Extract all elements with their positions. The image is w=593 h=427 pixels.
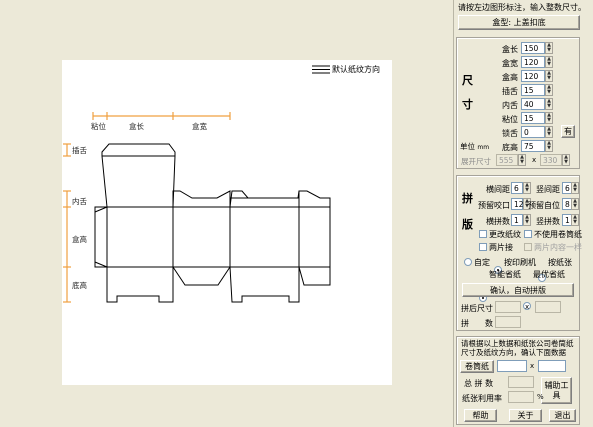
unfold-height-field: 330 (540, 154, 562, 166)
box-width-input[interactable]: 120 (521, 56, 545, 68)
gripper-label: 预留咬口 (478, 201, 510, 210)
box-length-label: 盒长 (129, 122, 144, 131)
field-label: 底高 (502, 143, 518, 152)
inner-flap-input[interactable]: 40 (521, 98, 545, 110)
by-paper-radio-label: 按纸张 (548, 258, 572, 267)
glue-tab-label: 粘位 (91, 122, 106, 131)
smart-save-radio-label: 智能省纸 (489, 270, 521, 279)
field-label: 盒高 (502, 73, 518, 82)
roll-height-input[interactable] (538, 360, 566, 372)
tuck-flap-spinner[interactable]: ▲ ▼ (545, 84, 553, 96)
layout-title-bottom: 版 (462, 218, 473, 231)
unfold-width-spinner: ▲ ▼ (518, 154, 526, 166)
utilization-label: 纸张利用率 (462, 394, 502, 403)
exit-button[interactable]: 退出 (549, 409, 576, 422)
box-height-input[interactable]: 120 (521, 70, 545, 82)
gripper-input[interactable]: 12 (511, 198, 524, 210)
utilization-field (508, 391, 534, 403)
inner-flap-label: 内舌 (72, 197, 87, 206)
times-sign: x (530, 362, 535, 370)
about-button[interactable]: 关于 (509, 409, 542, 422)
v-gap-spinner[interactable]: ▲ ▼ (571, 182, 579, 194)
auto-layout-button[interactable]: 确认，自动拼版 (462, 283, 574, 297)
after-size-width-field (495, 301, 521, 313)
box-width-spinner[interactable]: ▲ ▼ (545, 56, 553, 68)
two-piece-checkbox[interactable] (479, 243, 487, 251)
field-label: 盒长 (502, 45, 518, 54)
tuck-flap-label: 插舌 (72, 146, 87, 155)
times-sign: x (532, 156, 537, 164)
box-width-label: 盒宽 (192, 122, 207, 131)
glue-tab-input[interactable]: 15 (521, 112, 545, 124)
v-count-label: 竖拼数 (536, 217, 560, 226)
panel-separator (453, 0, 454, 427)
h-gap-label: 横间距 (486, 185, 510, 194)
same-content-label: 两片内容一样 (534, 243, 582, 252)
unfold-height-spinner: ▲ ▼ (562, 154, 570, 166)
custom-radio-label: 自定 (474, 258, 490, 267)
size-title-top: 尺 (462, 74, 473, 87)
bottom-height-input[interactable]: 75 (521, 140, 545, 152)
total-count-field (508, 376, 534, 388)
no-roll-paper-label: 不使用卷筒纸 (534, 230, 582, 239)
custom-radio[interactable] (464, 258, 472, 266)
size-title-bottom: 寸 (462, 98, 473, 111)
change-grain-label: 更改纸纹 (489, 230, 521, 239)
box-height-spinner[interactable]: ▲ ▼ (545, 70, 553, 82)
field-label: 锁舌 (502, 129, 518, 138)
h-gap-input[interactable]: 6 (511, 182, 523, 194)
glue-tab-spinner[interactable]: ▲ ▼ (545, 112, 553, 124)
box-length-spinner[interactable]: ▲ ▼ (545, 42, 553, 54)
tuck-flap-input[interactable]: 15 (521, 84, 545, 96)
after-size-height-field (535, 301, 561, 313)
help-button[interactable]: 帮助 (464, 409, 497, 422)
same-content-checkbox (524, 243, 532, 251)
roll-width-input[interactable] (497, 360, 527, 372)
bottom-height-label: 底高 (72, 281, 87, 290)
top-dimension-line (92, 112, 231, 120)
lock-tab-spinner[interactable]: ▲ ▼ (545, 126, 553, 138)
unfold-width-field: 555 (496, 154, 518, 166)
layout-title-top: 拼 (462, 192, 473, 205)
margin-label: 预留自位 (528, 201, 560, 210)
auxiliary-tools-button[interactable]: 辅助工具 (541, 377, 572, 404)
instruction-hint: 请按左边图形标注，输入整数尺寸。 (458, 3, 586, 12)
box-type-button[interactable]: 盒型: 上盖扣底 (458, 15, 580, 30)
inner-flap-spinner[interactable]: ▲ ▼ (545, 98, 553, 110)
field-label: 盒宽 (502, 59, 518, 68)
roll-paper-button[interactable]: 卷筒纸 (460, 360, 494, 373)
by-press-radio-label: 按印刷机 (504, 258, 536, 267)
percent-sign: % (537, 393, 544, 401)
best-save-radio-label: 最优省纸 (533, 270, 565, 279)
bottom-height-spinner[interactable]: ▲ ▼ (545, 140, 553, 152)
no-roll-paper-checkbox[interactable] (524, 230, 532, 238)
lock-tab-toggle-button[interactable]: 有 (561, 125, 575, 138)
field-label: 插舌 (502, 87, 518, 96)
box-height-label: 盒高 (72, 235, 87, 244)
field-label: 内舌 (502, 101, 518, 110)
v-count-spinner[interactable]: ▲ ▼ (571, 214, 579, 226)
h-count-input[interactable]: 1 (511, 214, 523, 226)
change-grain-checkbox[interactable] (479, 230, 487, 238)
unfold-size-label: 展开尺寸 (461, 157, 491, 166)
two-piece-label: 两片接 (489, 243, 513, 252)
after-size-label: 拼后尺寸 (461, 304, 493, 313)
box-length-input[interactable]: 150 (521, 42, 545, 54)
v-gap-label: 竖间距 (536, 185, 560, 194)
margin-spinner[interactable]: ▲ ▼ (571, 198, 579, 210)
layout-count-label: 拼 数 (461, 319, 493, 328)
roll-paper-instruction: 请根据以上数据和纸张公司卷筒纸尺寸及纸纹方向，确认下面数据 (461, 339, 574, 357)
field-label: 粘位 (502, 115, 518, 124)
h-count-label: 横拼数 (486, 217, 510, 226)
left-dimension-line (63, 143, 71, 303)
layout-count-field (495, 316, 521, 328)
box-dieline-diagram (63, 112, 331, 303)
lock-tab-input[interactable]: 0 (521, 126, 545, 138)
dieline-shape (94, 143, 331, 303)
times-sign: x (525, 303, 530, 311)
total-count-label: 总 拼 数 (464, 379, 494, 388)
